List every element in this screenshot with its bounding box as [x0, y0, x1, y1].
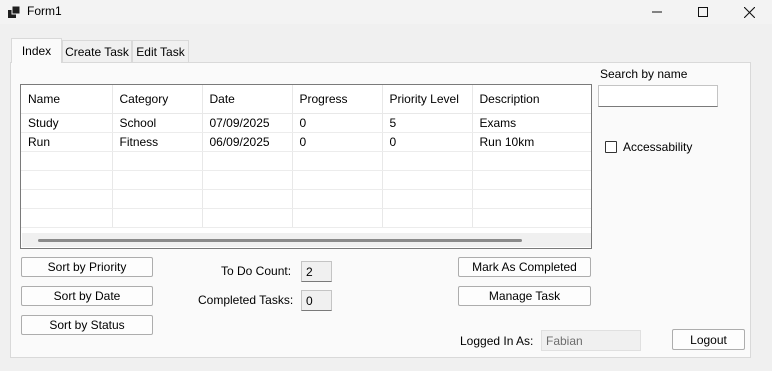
- column-header-progress[interactable]: Progress: [292, 85, 383, 114]
- cell-priority-level[interactable]: 5: [382, 113, 473, 133]
- todo-count-label: To Do Count:: [221, 264, 292, 278]
- cell-progress[interactable]: 0: [292, 113, 383, 133]
- cell-category[interactable]: School: [112, 113, 203, 133]
- cell-description[interactable]: Exams: [472, 113, 591, 133]
- tab-index[interactable]: Index: [11, 38, 62, 63]
- minimize-button[interactable]: [634, 0, 680, 24]
- scrollbar-thumb[interactable]: [38, 239, 522, 242]
- column-header-category[interactable]: Category: [112, 85, 203, 114]
- manage-task-button[interactable]: Manage Task: [458, 286, 591, 306]
- cell-progress[interactable]: 0: [292, 132, 383, 152]
- cell-description[interactable]: Run 10km: [472, 132, 591, 152]
- close-button[interactable]: [726, 0, 772, 24]
- column-header-name[interactable]: Name: [21, 85, 113, 114]
- todo-count-field: 2: [301, 261, 332, 282]
- logged-in-label: Logged In As:: [460, 334, 534, 348]
- empty-row: [21, 170, 591, 190]
- completed-tasks-field: 0: [301, 290, 332, 311]
- cell-name[interactable]: Run: [21, 132, 113, 152]
- empty-row: [21, 151, 591, 171]
- completed-tasks-label: Completed Tasks:: [198, 293, 294, 307]
- maximize-icon: [698, 7, 708, 17]
- accessibility-checkbox[interactable]: [605, 141, 617, 153]
- cell-date[interactable]: 06/09/2025: [202, 132, 293, 152]
- window-title: Form1: [27, 4, 62, 18]
- search-input[interactable]: [598, 85, 718, 107]
- accessibility-label[interactable]: Accessability: [623, 140, 692, 154]
- search-label: Search by name: [600, 67, 688, 81]
- logged-in-user-field: Fabian: [541, 330, 641, 351]
- tab-edit-task[interactable]: Edit Task: [132, 40, 189, 62]
- cell-date[interactable]: 07/09/2025: [202, 113, 293, 133]
- column-header-priority-level[interactable]: Priority Level: [382, 85, 473, 114]
- grid-header: Name Category Date Progress Priority Lev…: [21, 85, 591, 114]
- cell-category[interactable]: Fitness: [112, 132, 203, 152]
- minimize-icon: [652, 11, 662, 13]
- app-icon: [8, 6, 20, 18]
- maximize-button[interactable]: [680, 0, 726, 24]
- sort-by-priority-button[interactable]: Sort by Priority: [21, 257, 153, 277]
- empty-row: [21, 208, 591, 228]
- task-grid[interactable]: Name Category Date Progress Priority Lev…: [20, 84, 592, 249]
- sort-by-status-button[interactable]: Sort by Status: [21, 315, 153, 335]
- sort-by-date-button[interactable]: Sort by Date: [21, 286, 153, 306]
- title-bar: Form1: [0, 0, 772, 24]
- table-row[interactable]: Study School 07/09/2025 0 5 Exams: [21, 113, 591, 133]
- logout-button[interactable]: Logout: [672, 329, 745, 350]
- column-header-date[interactable]: Date: [202, 85, 293, 114]
- cell-name[interactable]: Study: [21, 113, 113, 133]
- column-header-description[interactable]: Description: [472, 85, 591, 114]
- tab-create-task[interactable]: Create Task: [62, 40, 132, 62]
- cell-priority-level[interactable]: 0: [382, 132, 473, 152]
- table-row[interactable]: Run Fitness 06/09/2025 0 0 Run 10km: [21, 132, 591, 152]
- horizontal-scrollbar[interactable]: [22, 233, 591, 247]
- empty-row: [21, 189, 591, 209]
- mark-as-completed-button[interactable]: Mark As Completed: [458, 257, 591, 277]
- close-icon: [743, 6, 755, 18]
